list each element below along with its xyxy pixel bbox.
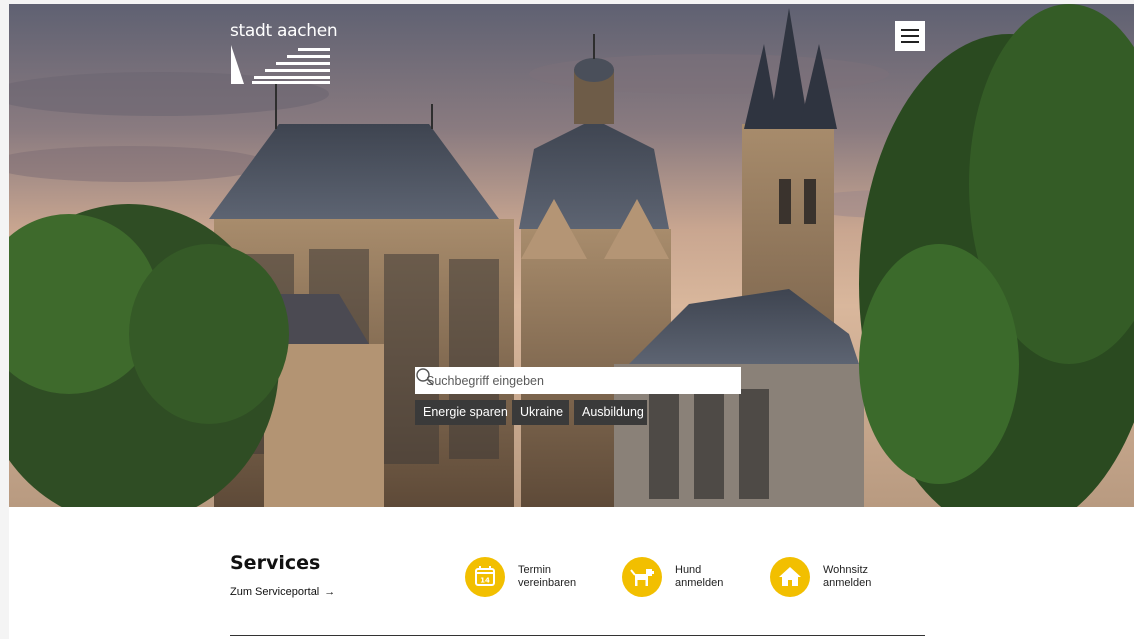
service-label: Hund anmelden [675,564,724,589]
services-section: Services Zum Serviceportal → 14 Termin ve… [9,507,1134,639]
serviceportal-link[interactable]: Zum Serviceportal → [230,586,335,598]
calendar-icon: 14 [465,557,505,597]
svg-text:14: 14 [480,577,490,585]
quick-link-energie-sparen[interactable]: Energie sparen [415,400,508,425]
serviceportal-link-label: Zum Serviceportal [230,586,320,598]
quick-link-ausbildung[interactable]: Ausbildung [574,400,647,425]
hero-image: stadt aachen Suchbegriff eingeben Energi… [9,4,1134,507]
page: stadt aachen Suchbegriff eingeben Energi… [9,4,1134,639]
menu-bar-3 [901,41,919,43]
service-termin-vereinbaren[interactable]: 14 Termin vereinbaren [465,557,595,599]
logo-mark-icon [231,45,330,84]
hamburger-menu-button[interactable] [895,21,925,51]
services-title: Services [230,552,321,574]
section-divider [230,635,925,636]
service-label: Termin vereinbaren [518,564,577,589]
menu-bar-1 [901,29,919,31]
cathedral-illustration [9,4,1134,507]
menu-bar-2 [901,35,919,37]
search-box [415,367,741,394]
dog-icon [622,557,662,597]
service-hund-anmelden[interactable]: Hund anmelden [622,557,752,599]
service-wohnsitz-anmelden[interactable]: Wohnsitz anmelden [770,557,900,599]
search-icon[interactable] [415,367,435,387]
house-icon [770,557,810,597]
arrow-right-icon: → [324,586,336,598]
search-input[interactable] [415,367,705,394]
service-label: Wohnsitz anmelden [823,564,872,589]
stadt-aachen-logo[interactable]: stadt aachen [230,21,340,85]
quick-link-ukraine[interactable]: Ukraine [512,400,569,425]
